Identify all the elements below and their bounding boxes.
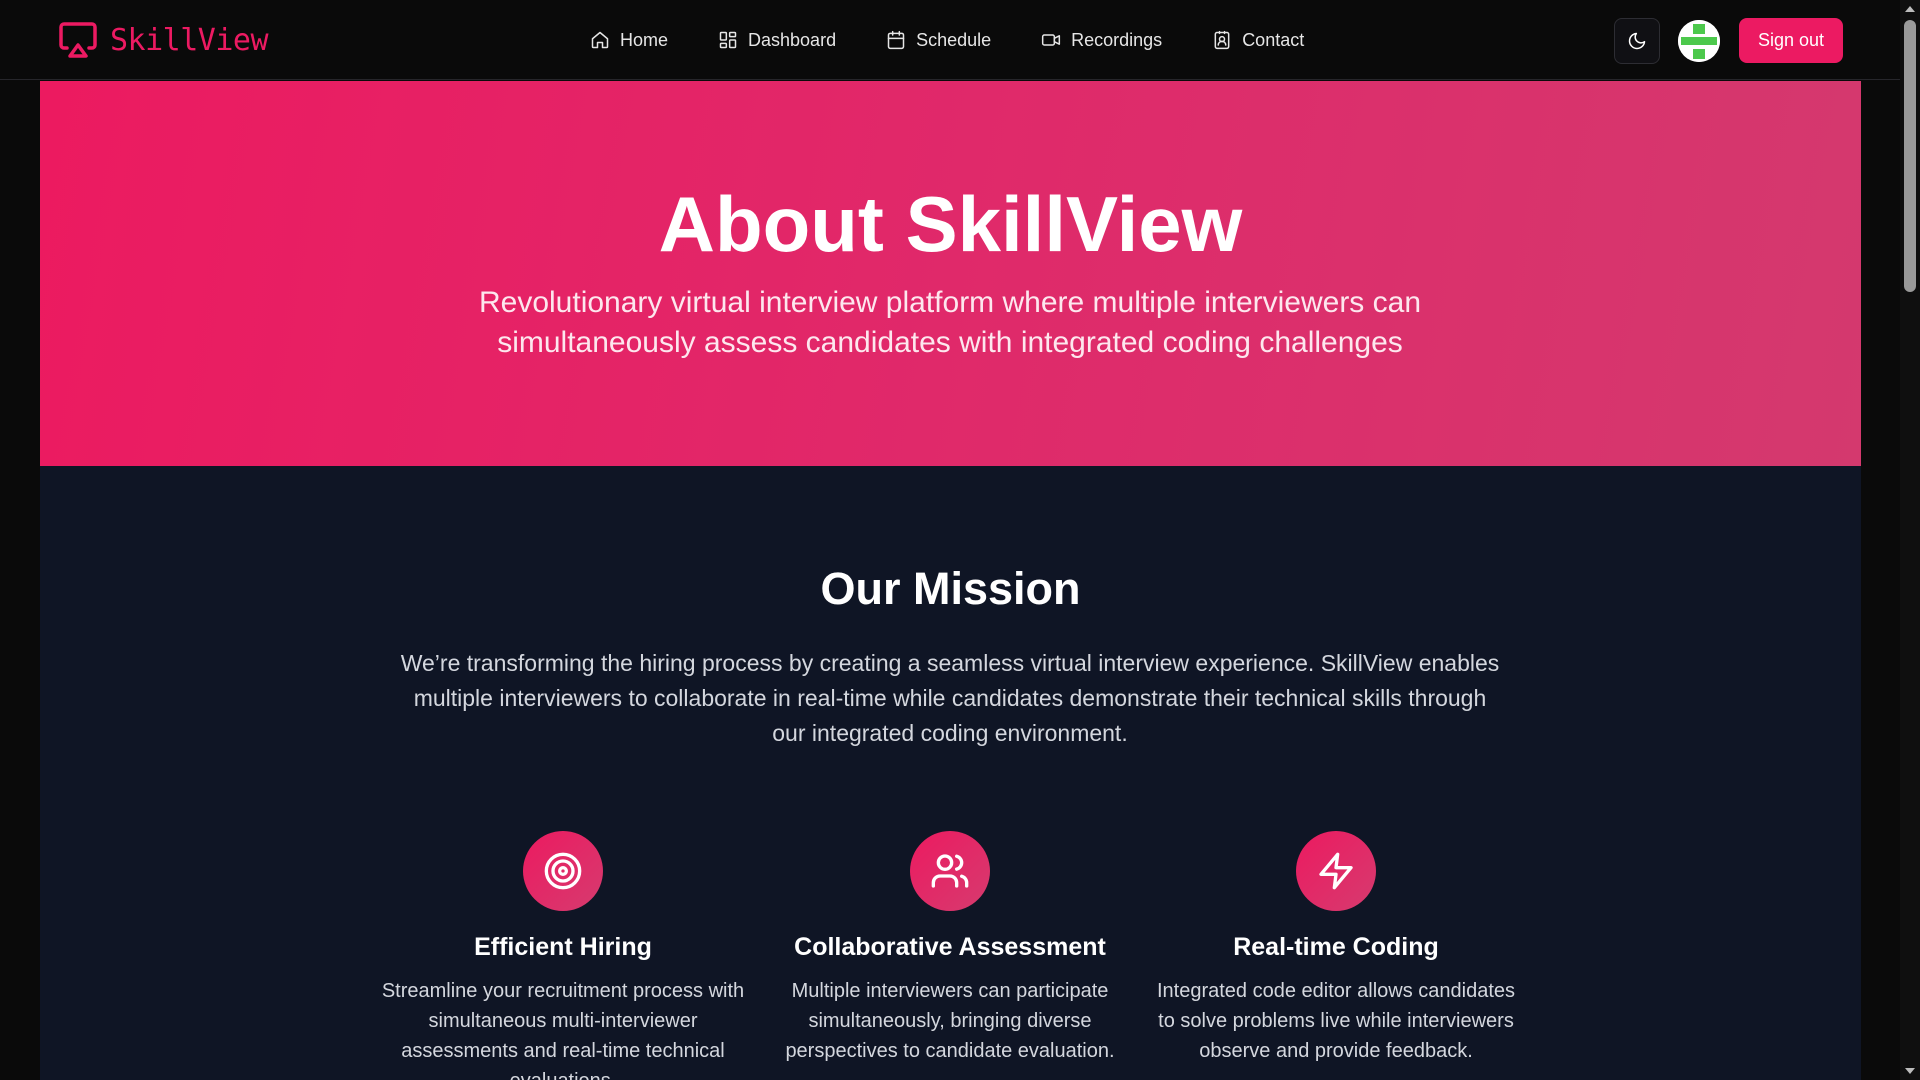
contact-icon: [1214, 30, 1230, 50]
scroll-up-arrow-icon[interactable]: [1905, 6, 1915, 12]
moon-icon: [1628, 32, 1646, 50]
theme-toggle-button[interactable]: [1614, 18, 1660, 64]
mission-title: Our Mission: [820, 563, 1081, 614]
feature-card-efficient-hiring: Efficient Hiring Streamline your recruit…: [378, 831, 748, 1080]
user-avatar[interactable]: [1678, 20, 1720, 62]
scroll-down-arrow-icon[interactable]: [1905, 1068, 1915, 1074]
target-icon: [544, 852, 582, 890]
nav-label-dashboard: Dashboard: [748, 29, 837, 50]
mission-text: We’re transforming the hiring process by…: [400, 650, 1500, 746]
nav-item-contact[interactable]: Contact: [1212, 30, 1304, 51]
calendar-icon: [887, 30, 905, 50]
nav-item-home[interactable]: Home: [590, 30, 668, 51]
feature-icon-circle: [523, 831, 603, 911]
users-icon: [931, 854, 969, 888]
feature-icon-circle: [910, 831, 990, 911]
brand-name: SkillView: [110, 22, 269, 58]
video-icon: [1042, 34, 1061, 46]
feature-card-real-time-coding: Real-time Coding Integrated code editor …: [1151, 831, 1521, 1066]
sign-out-button[interactable]: Sign out: [1739, 18, 1843, 63]
avatar-image: [1678, 20, 1720, 62]
dashboard-icon: [719, 31, 737, 49]
feature-icon-circle: [1296, 831, 1376, 911]
feature-title: Efficient Hiring: [474, 933, 652, 961]
hero-banner: About SkillView Revolutionary virtual in…: [40, 81, 1861, 466]
nav-item-dashboard[interactable]: Dashboard: [718, 30, 836, 51]
nav-label-contact: Contact: [1242, 29, 1305, 50]
nav-label-schedule: Schedule: [916, 29, 992, 50]
home-icon: [591, 31, 609, 49]
feature-description: Streamline your recruitment process with…: [381, 980, 745, 1080]
nav-label-home: Home: [620, 29, 669, 50]
page-title: About SkillView: [658, 180, 1243, 268]
hero-subtitle: Revolutionary virtual interview platform…: [478, 286, 1422, 359]
page-scrollbar[interactable]: [1900, 0, 1920, 1080]
nav-item-schedule[interactable]: Schedule: [886, 30, 991, 51]
brand-logo[interactable]: SkillView: [58, 21, 269, 59]
feature-card-collaborative-assessment: Collaborative Assessment Multiple interv…: [765, 831, 1135, 1066]
airplay-icon: [59, 22, 97, 58]
scrollbar-thumb[interactable]: [1904, 20, 1916, 292]
feature-description: Multiple interviewers can participate si…: [785, 980, 1115, 1062]
top-navbar: SkillView Home Dashboard Schedule Record…: [0, 0, 1900, 80]
nav-item-recordings[interactable]: Recordings: [1041, 30, 1162, 51]
nav-label-recordings: Recordings: [1071, 29, 1163, 50]
feature-title: Collaborative Assessment: [794, 933, 1106, 961]
feature-description: Integrated code editor allows candidates…: [1156, 980, 1515, 1062]
zap-icon: [1319, 852, 1353, 890]
main-nav: Home Dashboard Schedule Recordings Conta…: [590, 0, 1304, 80]
feature-title: Real-time Coding: [1233, 933, 1439, 961]
main-content: About SkillView Revolutionary virtual in…: [40, 81, 1861, 1080]
